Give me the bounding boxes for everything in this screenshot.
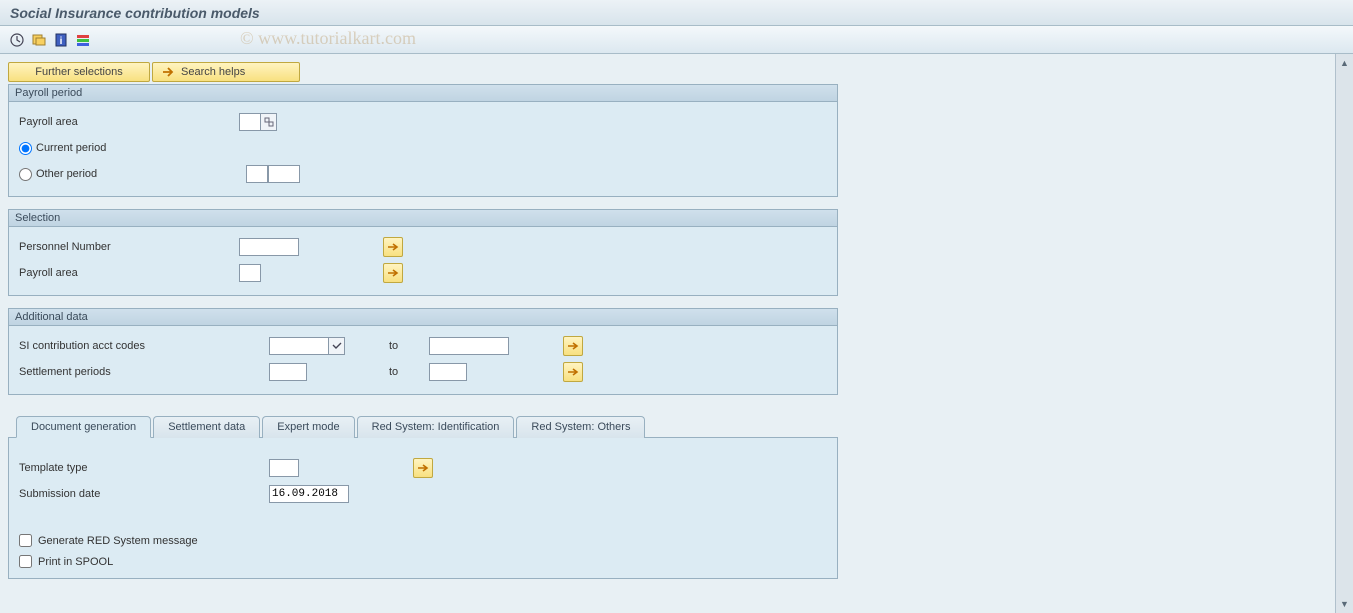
settlement-to-input[interactable] [429,363,467,381]
print-spool-checkbox[interactable] [19,555,32,568]
other-period-input-1[interactable] [246,165,268,183]
further-selections-button[interactable]: Further selections [8,62,150,82]
tabstrip: Document generation Settlement data Expe… [8,415,838,438]
tab-red-system-others[interactable]: Red System: Others [516,416,645,438]
scroll-down-icon[interactable]: ▼ [1338,597,1352,611]
si-codes-from-input[interactable] [269,337,329,355]
generate-red-label[interactable]: Generate RED System message [38,535,198,547]
execute-icon[interactable] [8,31,26,49]
settlement-to-label: to [389,366,429,378]
svg-text:i: i [60,36,63,47]
tab-document-generation[interactable]: Document generation [16,416,151,438]
payroll-area-f4-icon[interactable] [261,113,277,131]
generate-red-checkbox[interactable] [19,534,32,547]
further-selections-label: Further selections [35,66,122,78]
personnel-number-input[interactable] [239,238,299,256]
current-period-radio[interactable] [19,142,32,155]
other-period-radio[interactable] [19,168,32,181]
payroll-period-header: Payroll period [9,85,837,102]
current-period-label[interactable]: Current period [36,142,106,154]
title-bar: Social Insurance contribution models [0,0,1353,26]
settlement-multi-button[interactable] [563,362,583,382]
search-helps-button[interactable]: Search helps [152,62,300,82]
tab-body-document-generation: Template type Submission date Generate R… [8,438,838,579]
template-type-multi-button[interactable] [413,458,433,478]
selection-payroll-area-label: Payroll area [19,267,239,279]
settlement-from-input[interactable] [269,363,307,381]
payroll-period-group: Payroll period Payroll area Current peri… [8,84,838,197]
template-type-input[interactable] [269,459,299,477]
watermark: © www.tutorialkart.com [240,28,416,49]
selection-header: Selection [9,210,837,227]
additional-data-group: Additional data SI contribution acct cod… [8,308,838,395]
si-to-label: to [389,340,429,352]
app-toolbar: i © www.tutorialkart.com [0,26,1353,54]
submission-date-label: Submission date [19,488,269,500]
selection-payroll-area-multi-button[interactable] [383,263,403,283]
template-type-label: Template type [19,462,269,474]
tab-expert-mode[interactable]: Expert mode [262,416,354,438]
si-codes-dropdown-icon[interactable] [329,337,345,355]
tab-red-system-identification[interactable]: Red System: Identification [357,416,515,438]
personnel-number-label: Personnel Number [19,241,239,253]
other-period-input-2[interactable] [268,165,300,183]
payroll-area-label: Payroll area [19,116,239,128]
info-icon[interactable]: i [52,31,70,49]
other-period-label[interactable]: Other period [36,168,246,180]
arrow-right-icon [161,66,175,78]
selection-payroll-area-input[interactable] [239,264,261,282]
settlement-periods-label: Settlement periods [19,366,269,378]
page-title: Social Insurance contribution models [10,5,260,21]
si-codes-to-input[interactable] [429,337,509,355]
personnel-number-multi-button[interactable] [383,237,403,257]
payroll-area-input[interactable] [239,113,261,131]
vertical-scrollbar[interactable]: ▲ ▼ [1335,54,1353,613]
si-codes-multi-button[interactable] [563,336,583,356]
submission-date-input[interactable] [269,485,349,503]
si-codes-label: SI contribution acct codes [19,340,269,352]
variant-icon[interactable] [30,31,48,49]
search-helps-label: Search helps [181,66,245,78]
color-legend-icon[interactable] [74,31,92,49]
additional-data-header: Additional data [9,309,837,326]
tab-settlement-data[interactable]: Settlement data [153,416,260,438]
print-spool-label[interactable]: Print in SPOOL [38,556,113,568]
selection-group: Selection Personnel Number Payroll area [8,209,838,296]
main-content: Further selections Search helps Payroll … [0,54,1353,613]
scroll-up-icon[interactable]: ▲ [1338,56,1352,70]
